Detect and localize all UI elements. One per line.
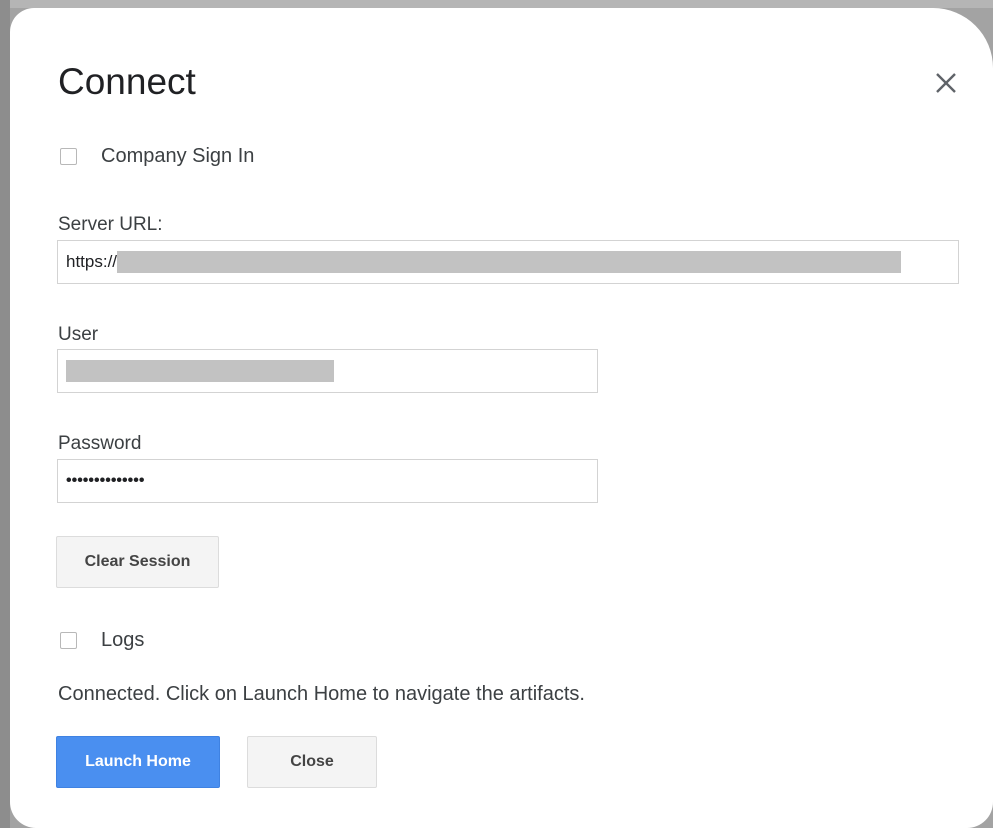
close-icon-glyph (936, 73, 956, 93)
launch-home-button[interactable]: Launch Home (56, 736, 220, 788)
background-strip (10, 0, 993, 8)
logs-label: Logs (101, 629, 145, 651)
redacted-server-url (117, 251, 902, 273)
logs-checkbox[interactable] (60, 632, 77, 649)
user-label: User (58, 324, 99, 345)
status-message: Connected. Click on Launch Home to navig… (58, 683, 585, 705)
user-input[interactable] (57, 349, 598, 393)
close-icon[interactable] (929, 66, 963, 100)
company-sign-in-label: Company Sign In (101, 145, 255, 167)
server-url-input[interactable]: https:// (57, 240, 959, 284)
logs-row[interactable]: Logs (60, 629, 144, 652)
server-url-value: https:// (66, 252, 118, 271)
server-url-label: Server URL: (58, 214, 163, 235)
password-value: •••••••••••••• (66, 472, 145, 489)
password-input[interactable]: •••••••••••••• (57, 459, 598, 503)
dialog-title: Connect (58, 61, 196, 102)
connect-dialog: Connect Company Sign In Server URL: http… (10, 8, 993, 828)
clear-session-button[interactable]: Clear Session (56, 536, 219, 588)
company-sign-in-checkbox[interactable] (60, 148, 77, 165)
redacted-user-value (66, 360, 334, 382)
company-sign-in-row[interactable]: Company Sign In (60, 145, 254, 168)
password-label: Password (58, 433, 142, 454)
close-button[interactable]: Close (247, 736, 377, 788)
